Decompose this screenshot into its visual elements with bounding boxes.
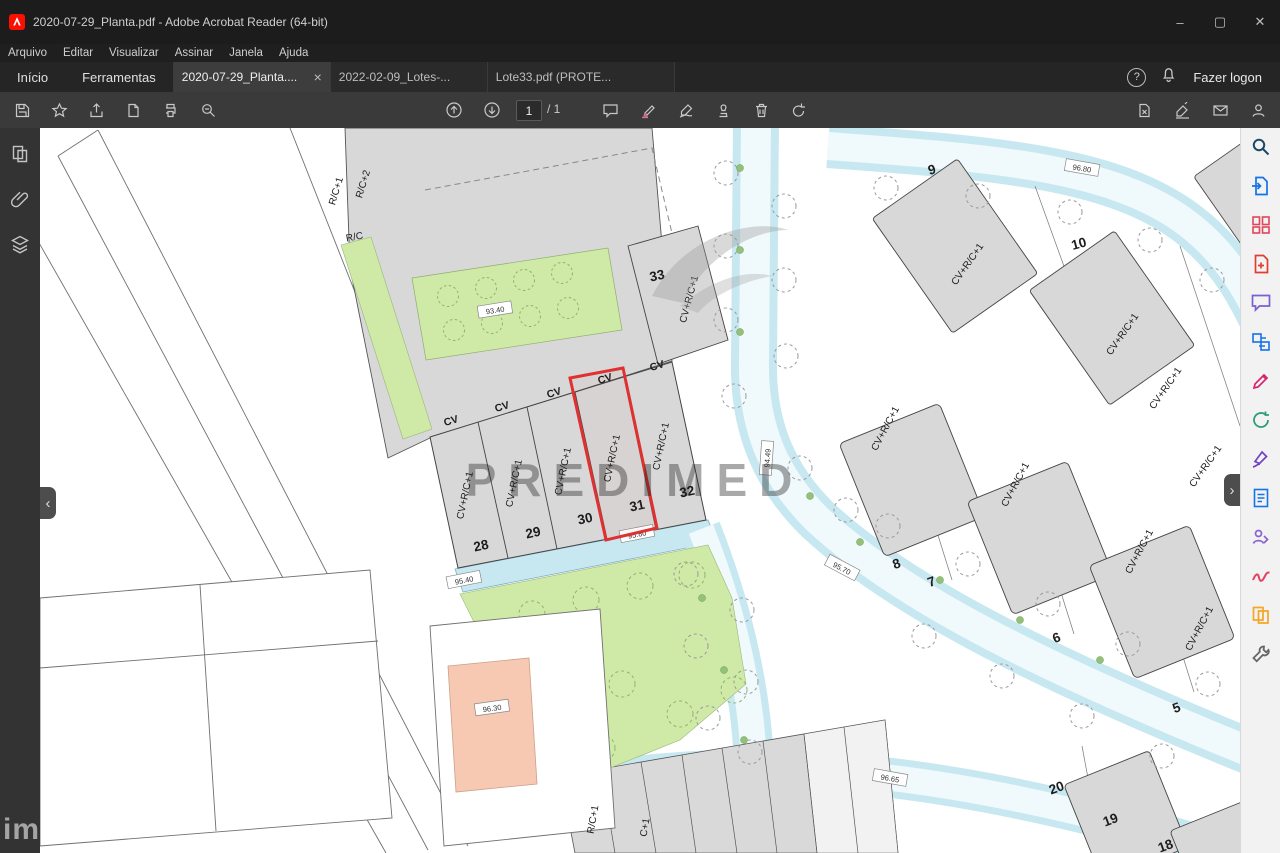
svg-text:PREDIMED: PREDIMED [466,454,805,506]
page-number-input[interactable]: 1 [516,100,542,121]
pdf-canvas: 93.40 95.40 95.80 94.49 95.70 96.65 96.8… [40,128,1240,853]
stamp-icon[interactable] [709,96,737,124]
menu-editar[interactable]: Editar [55,47,101,59]
combine-files-icon[interactable] [1250,331,1272,353]
menu-assinar[interactable]: Assinar [167,47,221,59]
collapse-right-panel-arrow[interactable]: › [1224,474,1240,506]
highlighter-icon[interactable] [634,96,662,124]
fill-sign-icon[interactable] [1168,96,1196,124]
compress-pdf-icon[interactable] [1250,409,1272,431]
organize-pages-icon[interactable] [1250,214,1272,236]
create-pdf-icon[interactable] [1250,253,1272,275]
maximize-button[interactable]: ▢ [1200,0,1240,44]
doc-tab-label: Lote33.pdf (PROTE... [496,70,666,84]
star-icon[interactable] [45,96,73,124]
export-pdf-icon[interactable] [1130,96,1158,124]
search-tools-icon[interactable] [1250,136,1272,158]
close-tab-icon[interactable]: × [314,69,322,85]
close-button[interactable]: ✕ [1240,0,1280,44]
page-total-label: / 1 [547,102,560,116]
help-icon[interactable]: ? [1127,68,1146,87]
doc-tab-lote33[interactable]: Lote33.pdf (PROTE... [487,62,674,92]
main-toolbar: 1 / 1 [0,92,1280,129]
collapse-left-panel-arrow[interactable]: ‹ [40,487,56,519]
export-pdf-tool-icon[interactable] [1250,175,1272,197]
page-down-icon[interactable] [478,96,506,124]
corner-watermark: im [3,813,40,847]
svg-text:30: 30 [576,510,594,528]
tools-rail [1240,128,1280,853]
share-icon[interactable] [82,96,110,124]
menu-bar: Arquivo Editar Visualizar Assinar Janela… [0,44,1280,62]
left-panel-rail [0,128,40,853]
tabbar-spacer [674,62,1128,92]
mail-icon[interactable] [1206,96,1234,124]
export-page-icon[interactable] [119,96,147,124]
more-tools-icon[interactable] [1250,643,1272,665]
print-icon[interactable] [156,96,184,124]
account-icon[interactable] [1244,96,1272,124]
attachments-icon[interactable] [10,189,30,214]
menu-arquivo[interactable]: Arquivo [0,47,55,59]
comment-icon[interactable] [596,96,624,124]
sign-tool-icon[interactable] [1250,565,1272,587]
menu-janela[interactable]: Janela [221,47,271,59]
notifications-bell-icon[interactable] [1160,66,1177,88]
doc-tab-label: 2020-07-29_Planta.... [182,70,308,84]
tab-inicio[interactable]: Início [0,62,65,92]
stamp-tool-icon[interactable] [1250,604,1272,626]
page-up-icon[interactable] [440,96,468,124]
tab-bar: Início Ferramentas 2020-07-29_Planta....… [0,62,1280,93]
request-signatures-icon[interactable] [1250,526,1272,548]
sign-in-link[interactable]: Fazer logon [1193,70,1262,85]
zoom-icon[interactable] [194,96,222,124]
window-controls: – ▢ ✕ [1160,0,1280,44]
menu-visualizar[interactable]: Visualizar [101,47,167,59]
save-icon[interactable] [8,96,36,124]
doc-tab-label: 2022-02-09_Lotes-... [339,70,479,84]
site-plan: 93.40 95.40 95.80 94.49 95.70 96.65 96.8… [40,128,1240,853]
sign-pen-icon[interactable] [672,96,700,124]
trash-icon[interactable] [747,96,775,124]
svg-text:29: 29 [524,524,542,542]
tab-ferramentas[interactable]: Ferramentas [65,62,173,92]
layers-icon[interactable] [10,234,30,259]
scan-ocr-icon[interactable] [1250,487,1272,509]
window-titlebar: 2020-07-29_Planta.pdf - Adobe Acrobat Re… [0,0,1280,44]
minimize-button[interactable]: – [1160,0,1200,44]
doc-tab-lotes[interactable]: 2022-02-09_Lotes-... [330,62,487,92]
doc-tab-planta[interactable]: 2020-07-29_Planta.... × [173,62,330,92]
page-thumbnails-icon[interactable] [10,144,30,169]
comment-tool-icon[interactable] [1250,292,1272,314]
menu-ajuda[interactable]: Ajuda [271,47,316,59]
fill-sign-tool-icon[interactable] [1250,448,1272,470]
rotate-icon[interactable] [784,96,812,124]
edit-pdf-icon[interactable] [1250,370,1272,392]
window-title: 2020-07-29_Planta.pdf - Adobe Acrobat Re… [33,15,328,29]
building-southwest [430,609,615,846]
acrobat-icon [9,14,25,30]
patio-salmon [448,658,537,792]
